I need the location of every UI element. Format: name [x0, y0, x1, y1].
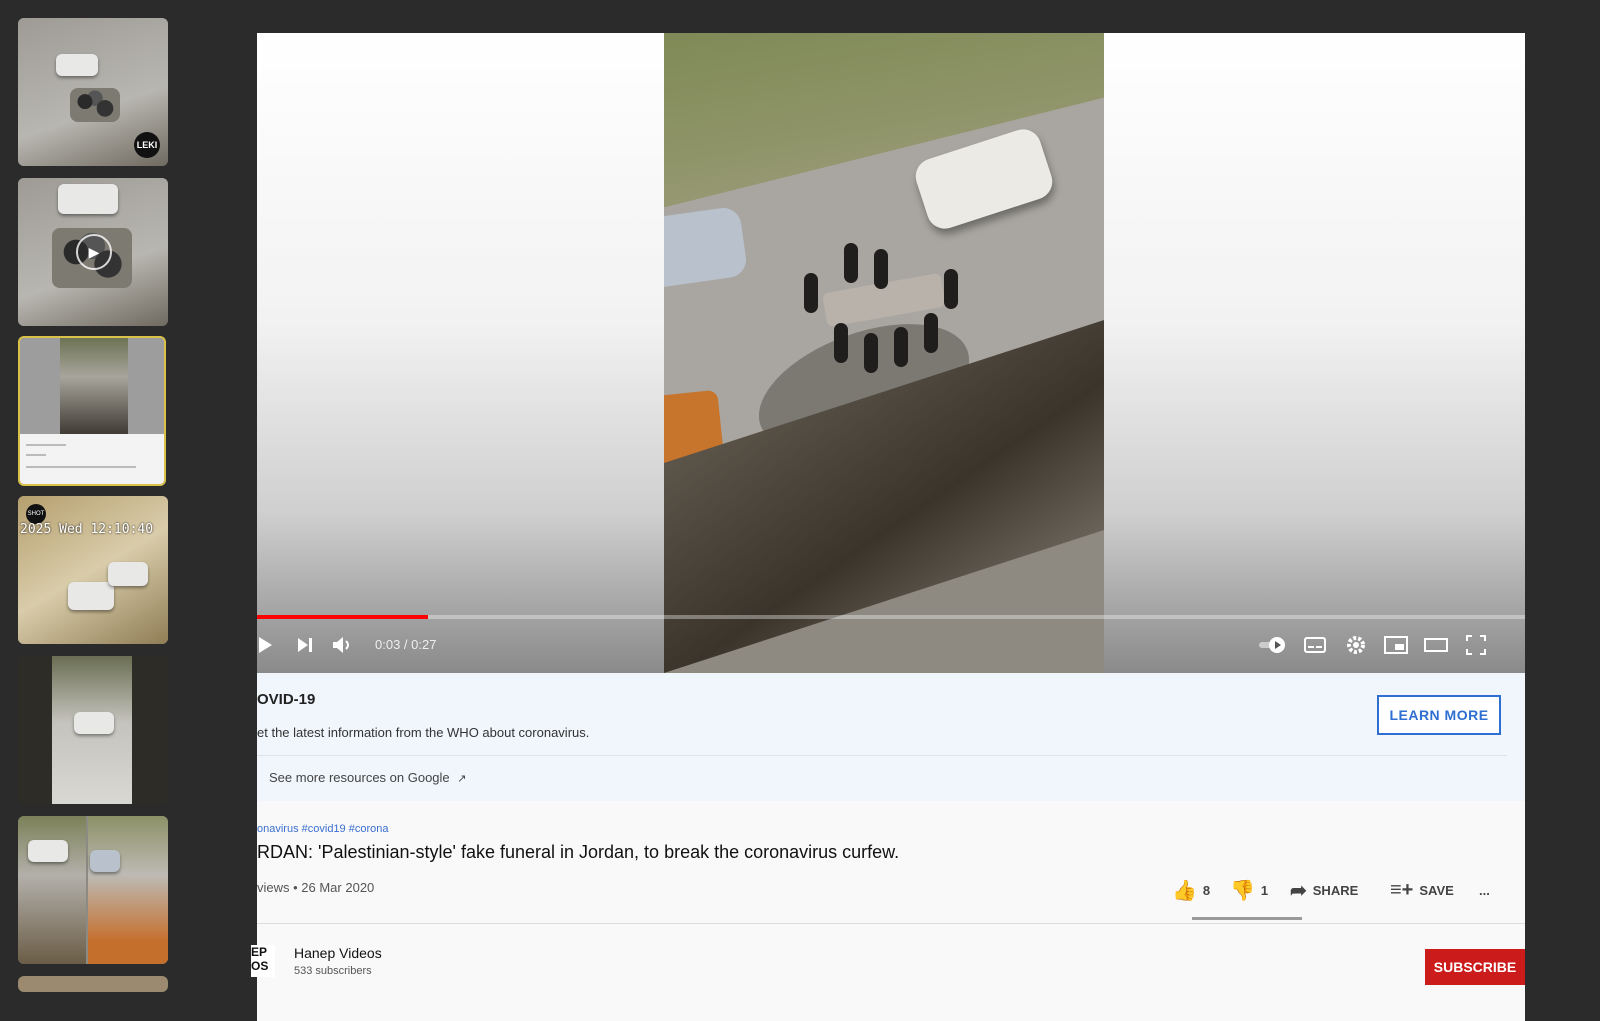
share-button[interactable]: ➦ SHARE — [1290, 875, 1358, 905]
thumbnail-3-selected[interactable] — [18, 336, 166, 486]
dislike-button[interactable]: 👎 1 — [1230, 875, 1268, 905]
save-label: SAVE — [1419, 882, 1454, 898]
player-controls: 0:03 / 0:27 — [257, 623, 1525, 669]
thumbnail-7[interactable] — [18, 976, 168, 992]
fullscreen-icon[interactable] — [1465, 631, 1487, 659]
car-shape — [108, 562, 148, 586]
hashtags[interactable]: onavirus #covid19 #corona — [257, 823, 388, 835]
autoplay-toggle-icon[interactable] — [1257, 631, 1289, 659]
video-page: 0:03 / 0:27 OVID-19 et the latest inform… — [251, 33, 1525, 1021]
car-shape — [56, 54, 98, 76]
video-info: onavirus #covid19 #corona RDAN: 'Palesti… — [251, 801, 1525, 1021]
video-meta: views • 26 Mar 2020 — [257, 880, 375, 895]
progress-bar[interactable] — [257, 615, 1525, 619]
divider — [257, 923, 1525, 924]
channel-avatar[interactable]: EP OS — [251, 945, 275, 977]
thumbnail-6[interactable] — [18, 816, 168, 964]
car-shape — [58, 184, 118, 214]
thumbs-down-icon: 👎 — [1230, 879, 1255, 902]
thumbs-up-icon: 👍 — [1172, 879, 1197, 902]
resources-label: See more resources on Google — [269, 770, 450, 785]
divider — [257, 755, 1507, 756]
gear-icon[interactable] — [1345, 631, 1367, 659]
covid-info-panel: OVID-19 et the latest information from t… — [257, 673, 1525, 801]
share-icon: ➦ — [1290, 879, 1307, 902]
covid-panel-title: OVID-19 — [257, 691, 316, 708]
car-shape — [90, 850, 120, 872]
cctv-timestamp: 2025 Wed 12:10:40 — [20, 522, 154, 537]
car-shape — [74, 712, 114, 734]
mini-info-panel — [20, 434, 164, 484]
theater-icon[interactable] — [1423, 631, 1449, 659]
mini-video-frame — [60, 338, 128, 434]
google-resources-link[interactable]: See more resources on Google ↗ — [269, 770, 467, 785]
like-count: 8 — [1202, 882, 1211, 898]
car-shape — [68, 582, 114, 610]
video-frame — [664, 33, 1104, 673]
dislike-count: 1 — [1260, 882, 1269, 898]
sentiment-bar — [1192, 917, 1302, 920]
shot-logo-badge: SHOT — [26, 504, 46, 524]
channel-logo-badge: LEKI — [134, 132, 160, 158]
miniplayer-icon[interactable] — [1383, 631, 1409, 659]
progress-played — [257, 615, 429, 619]
volume-icon[interactable] — [331, 631, 353, 659]
play-icon: ▶ — [76, 234, 112, 270]
thumbnail-4[interactable]: SHOT 2025 Wed 12:10:40 — [18, 496, 168, 644]
video-title: RDAN: 'Palestinian-style' fake funeral i… — [257, 842, 900, 862]
save-button[interactable]: ≡+ SAVE — [1390, 875, 1454, 905]
add-to-playlist-icon: ≡+ — [1390, 878, 1414, 901]
time-display: 0:03 / 0:27 — [375, 637, 437, 652]
subscriber-count: 533 subscribers — [294, 965, 372, 977]
car-shape — [28, 840, 68, 862]
crowd-shape — [70, 88, 120, 122]
next-icon[interactable] — [295, 631, 315, 659]
thumbnail-2[interactable]: ▶ — [18, 178, 168, 326]
thumbnail-1[interactable]: LEKI — [18, 18, 168, 166]
thumbnail-5[interactable] — [18, 656, 168, 804]
video-player[interactable]: 0:03 / 0:27 — [257, 33, 1525, 673]
more-actions-button[interactable]: ... — [1479, 875, 1490, 905]
more-icon: ... — [1479, 882, 1490, 898]
learn-more-button[interactable]: LEARN MORE — [1377, 695, 1501, 735]
play-icon[interactable] — [257, 631, 275, 659]
like-button[interactable]: 👍 8 — [1172, 875, 1210, 905]
channel-name[interactable]: Hanep Videos — [294, 945, 382, 961]
covid-panel-description: et the latest information from the WHO a… — [257, 725, 590, 740]
external-link-icon: ↗ — [457, 773, 467, 785]
subscribe-button[interactable]: SUBSCRIBE — [1425, 949, 1525, 985]
captions-icon[interactable] — [1303, 631, 1327, 659]
share-label: SHARE — [1312, 882, 1359, 898]
